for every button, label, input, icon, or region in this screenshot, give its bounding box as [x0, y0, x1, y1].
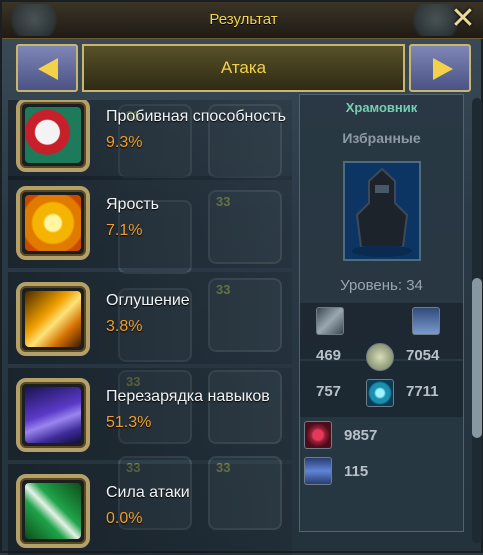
- shield-icon: [412, 307, 440, 335]
- stat-name: Пробивная способность: [106, 108, 286, 125]
- stat-name: Ярость: [106, 196, 160, 213]
- close-icon: ✕: [450, 2, 476, 35]
- stat-value: 0.0%: [106, 510, 143, 527]
- stat-row-stun[interactable]: Оглушение 3.8%: [8, 272, 292, 364]
- knight-figure-icon: [345, 163, 419, 259]
- character-panel: Храмовник Избранные Уровень: 34 469 7054…: [299, 94, 464, 532]
- stat-row-attack-power[interactable]: Сила атаки 0.0%: [8, 464, 292, 555]
- stats-list[interactable]: 33 33 33 33 33 33 Пробивная способность …: [8, 100, 292, 555]
- stat-name: Оглушение: [106, 292, 190, 309]
- stat-value: 51.3%: [106, 414, 152, 431]
- close-button[interactable]: ✕: [447, 4, 479, 36]
- cooldown-icon: [25, 387, 81, 443]
- arrow-right-icon: [433, 58, 453, 80]
- stat-icon-frame: [16, 282, 90, 356]
- character-level: Уровень: 34: [340, 277, 423, 294]
- attack-power-icon: [25, 483, 81, 539]
- magic-swirl-icon: [366, 379, 394, 407]
- defense-value: 757: [316, 383, 342, 400]
- stat-icon-frame: [16, 186, 90, 260]
- stat-row-cooldown[interactable]: Перезарядка навыков 51.3%: [8, 368, 292, 460]
- stat-icon-frame: [16, 474, 90, 548]
- magic-value: 7711: [406, 383, 439, 400]
- hp-figure-value: 7054: [406, 347, 440, 364]
- stat-row-fury[interactable]: Ярость 7.1%: [8, 176, 292, 268]
- stat-value: 9.3%: [106, 134, 143, 151]
- next-category-button[interactable]: [409, 44, 471, 92]
- sword-icon: [316, 307, 344, 335]
- stat-icon-frame: [16, 100, 90, 172]
- fury-icon: [25, 195, 81, 251]
- result-window: Результат ✕ Атака 33 33 33 33 33 33 П: [0, 0, 483, 555]
- energy-wave-icon: [304, 457, 332, 485]
- character-rank: Избранные: [342, 130, 421, 146]
- stat-value: 3.8%: [106, 318, 143, 335]
- character-portrait: [343, 161, 421, 261]
- stun-icon: [25, 291, 81, 347]
- attack-value: 469: [316, 347, 342, 364]
- title-bar: Результат ✕: [2, 2, 483, 39]
- previous-category-button[interactable]: [16, 44, 78, 92]
- health-cross-icon: [304, 421, 332, 449]
- penetration-icon: [25, 107, 81, 163]
- scrollbar[interactable]: [472, 98, 482, 543]
- health-value: 9857: [344, 427, 378, 444]
- stat-icon-frame: [16, 378, 90, 452]
- energy-value: 115: [344, 463, 369, 480]
- body-figure-icon: [366, 343, 394, 371]
- stat-value: 7.1%: [106, 222, 143, 239]
- stat-name: Сила атаки: [106, 484, 190, 501]
- character-class: Храмовник: [345, 100, 418, 115]
- stat-name: Перезарядка навыков: [106, 388, 270, 405]
- scrollbar-thumb[interactable]: [472, 278, 482, 438]
- category-selector: Атака: [16, 44, 471, 94]
- window-title: Результат: [209, 11, 278, 28]
- category-title: Атака: [82, 44, 405, 92]
- arrow-left-icon: [38, 58, 58, 80]
- stat-row-penetration[interactable]: Пробивная способность 9.3%: [8, 100, 292, 180]
